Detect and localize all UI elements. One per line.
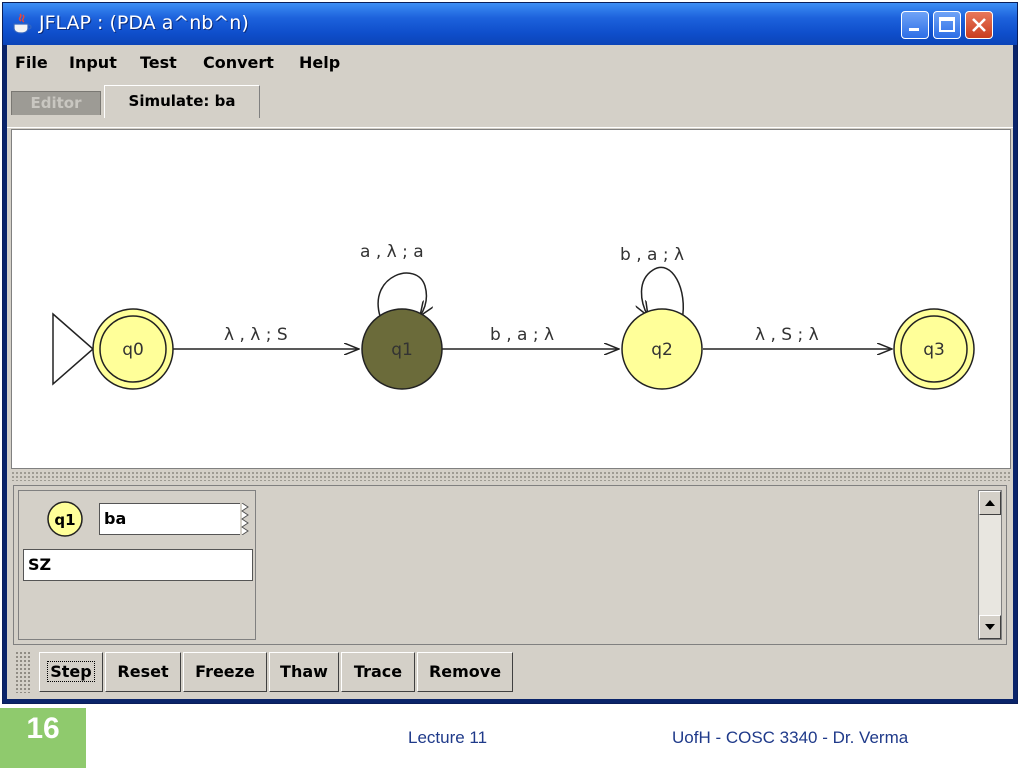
transition-label: λ , λ ; S (224, 325, 288, 345)
slide-number: 16 (26, 712, 60, 745)
remove-button[interactable]: Remove (417, 652, 513, 692)
tape-torn-edge-icon (240, 503, 252, 535)
button-label: Thaw (280, 662, 328, 681)
footer-lecture: Lecture 11 (408, 728, 488, 747)
menu-bar: File Input Test Convert Help (7, 45, 1013, 77)
jflap-window: JFLAP : (PDA a^nb^n) File Input Test Con… (2, 2, 1018, 704)
window-title: JFLAP : (PDA a^nb^n) (39, 12, 249, 34)
menu-test[interactable]: Test (140, 53, 177, 72)
automaton-canvas[interactable]: λ , λ ; S a , λ ; a b , a ; λ b , a ; λ … (11, 129, 1011, 469)
maximize-icon (939, 17, 955, 32)
java-cup-icon (13, 13, 32, 34)
split-pane-divider[interactable] (11, 471, 1011, 481)
window-client: File Input Test Convert Help Editor Simu… (7, 45, 1013, 699)
state-q2[interactable]: q2 (621, 308, 703, 390)
input-tape: ba (99, 503, 252, 535)
transition-q0-q1[interactable]: λ , λ ; S (172, 325, 359, 349)
transition-q2-q2[interactable]: b , a ; λ (620, 245, 684, 321)
arrow-down-icon (985, 624, 995, 630)
transition-label: λ , S ; λ (755, 325, 819, 345)
button-label: Trace (353, 662, 403, 681)
trace-button[interactable]: Trace (341, 652, 415, 692)
title-bar[interactable]: JFLAP : (PDA a^nb^n) (3, 3, 1017, 45)
state-q0[interactable]: q0 (92, 308, 174, 390)
menu-convert[interactable]: Convert (203, 53, 274, 72)
freeze-button[interactable]: Freeze (183, 652, 267, 692)
state-label: q1 (391, 340, 413, 360)
transition-label: b , a ; λ (490, 325, 554, 345)
button-label: Reset (117, 662, 169, 681)
state-q3[interactable]: q3 (893, 308, 975, 390)
reset-button[interactable]: Reset (105, 652, 181, 692)
button-label: Remove (428, 662, 502, 681)
minimize-icon (909, 28, 919, 31)
input-remaining: ba (104, 509, 127, 528)
state-q1[interactable]: q1 (361, 308, 443, 390)
configuration-box[interactable]: q1 ba SZ (18, 490, 256, 640)
footer-course: UofH - COSC 3340 - Dr. Verma (672, 728, 909, 747)
tab-simulate[interactable]: Simulate: ba (104, 85, 260, 118)
menu-help[interactable]: Help (299, 53, 340, 72)
button-label: Step (47, 661, 95, 682)
state-label: q0 (122, 340, 144, 360)
menu-file[interactable]: File (15, 53, 48, 72)
minimize-button[interactable] (901, 11, 929, 39)
simulation-pane: q1 ba SZ (13, 485, 1007, 645)
state-label: q3 (923, 340, 945, 360)
state-label: q2 (651, 340, 673, 360)
transition-q1-q2[interactable]: b , a ; λ (442, 325, 619, 349)
scroll-up-button[interactable] (979, 491, 1001, 515)
arrow-up-icon (985, 500, 995, 506)
close-icon (972, 18, 986, 32)
initial-state-arrow-icon (52, 312, 95, 386)
menu-input[interactable]: Input (69, 53, 117, 72)
transition-q1-q1[interactable]: a , λ ; a (360, 242, 426, 316)
toolbar-grip[interactable] (15, 651, 31, 693)
button-label: Freeze (195, 662, 255, 681)
tab-row: Editor Simulate: ba (7, 79, 1013, 128)
transition-label: b , a ; λ (620, 245, 684, 265)
config-state-label: q1 (54, 511, 75, 529)
transition-q2-q3[interactable]: λ , S ; λ (703, 325, 892, 349)
step-button[interactable]: Step (39, 652, 103, 692)
maximize-button[interactable] (933, 11, 961, 39)
simulation-toolbar: Step Reset Freeze Thaw Trace Remove (13, 647, 1007, 697)
vertical-scrollbar[interactable] (978, 490, 1002, 640)
stack-contents: SZ (23, 549, 253, 581)
transition-label: a , λ ; a (360, 242, 424, 262)
close-button[interactable] (965, 11, 993, 39)
scroll-down-button[interactable] (979, 615, 1001, 639)
slide-number-box: 16 (0, 708, 86, 768)
thaw-button[interactable]: Thaw (269, 652, 339, 692)
config-state-badge: q1 (47, 501, 83, 537)
tab-editor[interactable]: Editor (11, 91, 101, 115)
